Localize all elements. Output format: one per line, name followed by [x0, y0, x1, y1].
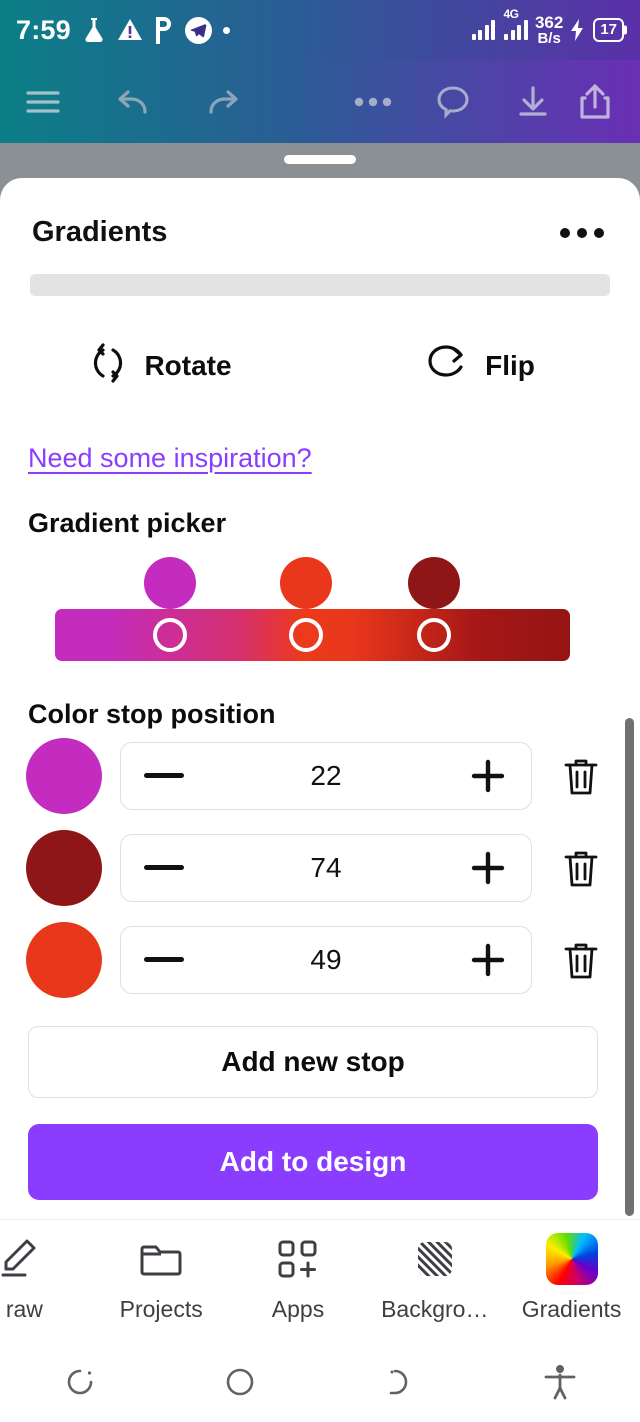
page-title: Gradients [32, 216, 168, 248]
status-bar-right: 4G 362 B/s 17 [471, 7, 624, 46]
increment-button[interactable] [467, 755, 509, 797]
signal-4g-icon: 4G [502, 7, 528, 40]
phone-screen: 7:59 4G 362 B/s 17 Gradients Rotate Flip… [0, 0, 640, 1422]
decrement-button[interactable] [143, 847, 185, 889]
nav-label-apps: Apps [271, 1296, 325, 1322]
nav-label-projects: Projects [119, 1296, 203, 1322]
network-speed: 362 B/s [535, 14, 563, 46]
color-stop-value[interactable]: 74 [185, 852, 467, 884]
decrement-button[interactable] [143, 755, 185, 797]
nav-label-background: Backgro… [381, 1296, 489, 1322]
color-stop-stepper: 22 [120, 742, 532, 810]
top-color-swatch-2[interactable] [280, 557, 332, 609]
apps-grid-plus-icon [276, 1234, 320, 1284]
comment-icon[interactable] [422, 71, 484, 133]
network-speed-unit: B/s [537, 30, 561, 47]
delete-stop-icon[interactable] [550, 939, 612, 981]
system-navigation-bar [0, 1341, 640, 1422]
increment-button[interactable] [467, 939, 509, 981]
status-bar-left: 7:59 [16, 15, 472, 46]
share-icon[interactable] [564, 71, 626, 133]
undo-icon[interactable] [102, 71, 164, 133]
flip-label: Flip [485, 349, 535, 381]
status-bar: 7:59 4G 362 B/s 17 [0, 0, 640, 60]
gradient-preview-bar[interactable] [55, 609, 570, 661]
nav-item-background[interactable]: Backgro… [366, 1220, 503, 1323]
panel-header: Gradients [0, 178, 640, 249]
app-toolbar [0, 60, 640, 143]
color-stop-stepper: 49 [120, 926, 532, 994]
color-stop-swatch[interactable] [26, 738, 102, 814]
more-options-icon[interactable] [342, 71, 404, 133]
download-icon[interactable] [502, 71, 564, 133]
panel-more-options-icon[interactable] [556, 220, 608, 246]
rotate-button[interactable]: Rotate [0, 330, 320, 401]
flask-icon [82, 16, 106, 44]
hamburger-menu-icon[interactable] [12, 71, 74, 133]
flip-icon [425, 344, 469, 387]
sheet-drag-handle[interactable] [284, 155, 356, 164]
color-stop-swatch[interactable] [26, 922, 102, 998]
telegram-icon [184, 16, 212, 44]
nav-item-projects[interactable]: Projects [93, 1220, 230, 1323]
recents-icon[interactable] [0, 1363, 160, 1401]
gradient-picker [0, 557, 640, 677]
nav-label-draw: raw [5, 1296, 43, 1322]
accessibility-icon[interactable] [480, 1362, 640, 1402]
back-icon[interactable] [320, 1363, 480, 1401]
color-stop-rows: 22 74 49 [0, 730, 640, 1006]
delete-stop-icon[interactable] [550, 847, 612, 889]
decrement-button[interactable] [143, 939, 185, 981]
redo-icon[interactable] [192, 71, 254, 133]
color-stop-row: 74 [0, 822, 640, 914]
bottom-navigation: raw Projects Apps Backgro… Gradients [0, 1219, 640, 1341]
flip-button[interactable]: Flip [320, 330, 640, 401]
home-circle-icon[interactable] [160, 1363, 320, 1401]
top-color-swatch-1[interactable] [144, 557, 196, 609]
inspiration-link[interactable]: Need some inspiration? [28, 443, 312, 474]
delete-stop-icon[interactable] [550, 755, 612, 797]
color-stop-swatch[interactable] [26, 830, 102, 906]
color-stop-stepper: 74 [120, 834, 532, 902]
dot-icon [222, 26, 230, 34]
gradient-picker-title: Gradient picker [28, 508, 227, 538]
warning-triangle-icon [117, 17, 143, 43]
transform-actions-row: Rotate Flip [0, 330, 640, 401]
loading-placeholder-bar [30, 274, 610, 296]
rotate-icon [88, 342, 128, 389]
color-stop-value[interactable]: 49 [185, 944, 467, 976]
rainbow-tile-icon [545, 1233, 598, 1285]
gradients-panel: Gradients Rotate Flip Need some inspirat… [0, 178, 640, 1219]
color-stop-row: 22 [0, 730, 640, 822]
panel-scrollbar[interactable] [625, 718, 634, 1216]
gradient-stop-handle-2[interactable] [417, 618, 451, 652]
p-letter-icon [154, 16, 174, 44]
status-bar-clock: 7:59 [16, 14, 71, 45]
folder-icon [138, 1234, 184, 1284]
rotate-label: Rotate [144, 349, 232, 381]
pen-draw-icon [1, 1234, 47, 1284]
gradient-stop-handle-1[interactable] [153, 618, 187, 652]
color-stop-value[interactable]: 22 [185, 760, 467, 792]
color-stop-position-title: Color stop position [28, 699, 276, 729]
add-new-stop-button[interactable]: Add new stop [28, 1026, 598, 1098]
nav-item-gradients[interactable]: Gradients [503, 1220, 640, 1323]
network-type-label: 4G [503, 7, 519, 21]
signal-bars-icon [471, 20, 496, 40]
hatched-square-icon [413, 1234, 457, 1284]
gradient-stop-handle-3[interactable] [289, 618, 323, 652]
top-color-swatch-3[interactable] [408, 557, 460, 609]
network-speed-value: 362 [534, 13, 564, 32]
nav-label-gradients: Gradients [521, 1296, 622, 1322]
charging-bolt-icon [570, 19, 586, 41]
color-stop-row: 49 [0, 914, 640, 1006]
increment-button[interactable] [467, 847, 509, 889]
nav-item-apps[interactable]: Apps [230, 1220, 367, 1323]
nav-item-draw[interactable]: raw [0, 1220, 93, 1323]
add-to-design-button[interactable]: Add to design [28, 1124, 598, 1200]
battery-indicator: 17 [593, 18, 624, 42]
